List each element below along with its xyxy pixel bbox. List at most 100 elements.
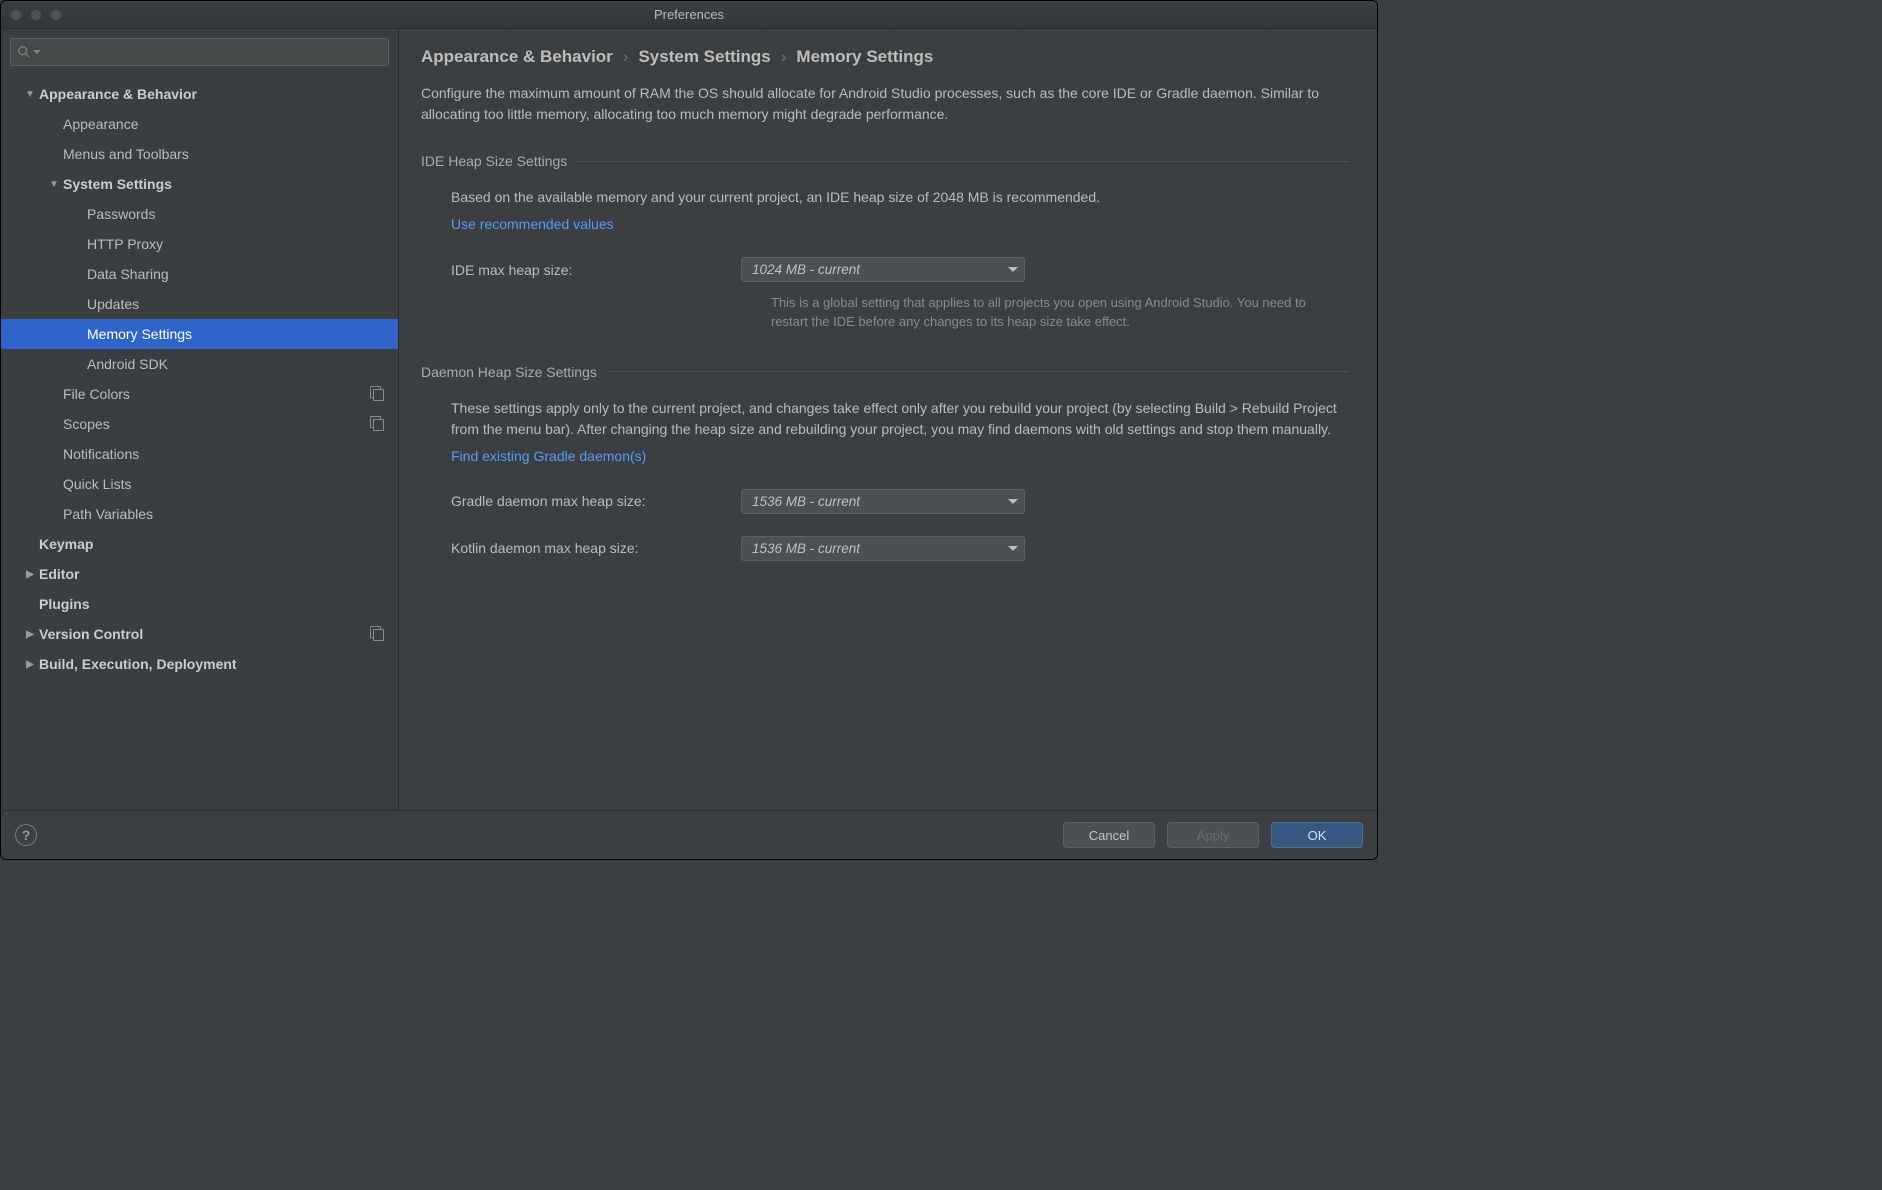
window-title: Preferences: [1, 7, 1377, 22]
minimize-window-icon[interactable]: [30, 9, 42, 21]
sidebar-item-file-colors[interactable]: File Colors: [1, 379, 398, 409]
kotlin-heap-label: Kotlin daemon max heap size:: [451, 540, 741, 556]
ok-button[interactable]: OK: [1271, 822, 1363, 848]
sidebar-item-path-variables[interactable]: Path Variables: [1, 499, 398, 529]
ide-heap-body: Based on the available memory and your c…: [421, 187, 1349, 332]
ide-heap-header: IDE Heap Size Settings: [421, 153, 1349, 169]
search-wrapper: [1, 29, 398, 75]
breadcrumb-sep: ›: [623, 47, 629, 67]
sidebar-item-label: Quick Lists: [63, 476, 398, 492]
sidebar-item-label: Notifications: [63, 446, 398, 462]
sidebar-item-menus-and-toolbars[interactable]: Menus and Toolbars: [1, 139, 398, 169]
separator-line: [577, 161, 1349, 162]
sidebar-item-label: Scopes: [63, 416, 370, 432]
sidebar-item-editor[interactable]: ▶Editor: [1, 559, 398, 589]
sidebar-item-label: Build, Execution, Deployment: [39, 656, 398, 672]
gradle-heap-select[interactable]: 1536 MB - current: [741, 489, 1025, 514]
sidebar-item-appearance[interactable]: Appearance: [1, 109, 398, 139]
sidebar-item-label: Plugins: [39, 596, 398, 612]
chevron-down-icon: [1008, 546, 1018, 551]
help-button[interactable]: ?: [15, 824, 37, 846]
project-overrides-icon: [370, 626, 384, 643]
chevron-right-icon[interactable]: ▶: [21, 569, 39, 580]
ide-heap-header-label: IDE Heap Size Settings: [421, 153, 567, 169]
sidebar-item-label: System Settings: [63, 176, 398, 192]
ide-max-heap-value: 1024 MB - current: [752, 262, 860, 277]
close-window-icon[interactable]: [10, 9, 22, 21]
window-controls: [1, 9, 62, 21]
gradle-heap-label: Gradle daemon max heap size:: [451, 493, 741, 509]
breadcrumb-memory-settings: Memory Settings: [796, 47, 933, 67]
search-history-icon[interactable]: [33, 50, 41, 54]
cancel-button[interactable]: Cancel: [1063, 822, 1155, 848]
sidebar-item-label: Keymap: [39, 536, 398, 552]
sidebar-tree: ▼Appearance & Behavior Appearance Menus an…: [1, 75, 398, 810]
chevron-down-icon[interactable]: ▼: [45, 179, 63, 190]
daemon-description: These settings apply only to the current…: [451, 398, 1339, 440]
sidebar-item-label: Updates: [87, 296, 398, 312]
use-recommended-link[interactable]: Use recommended values: [451, 216, 614, 232]
project-overrides-icon: [370, 386, 384, 403]
ide-max-heap-label: IDE max heap size:: [451, 262, 741, 278]
sidebar-item-android-sdk[interactable]: Android SDK: [1, 349, 398, 379]
sidebar-item-data-sharing[interactable]: Data Sharing: [1, 259, 398, 289]
sidebar-item-appearance-behavior[interactable]: ▼Appearance & Behavior: [1, 79, 398, 109]
chevron-down-icon[interactable]: ▼: [21, 89, 39, 100]
ide-max-heap-row: IDE max heap size: 1024 MB - current: [451, 257, 1339, 282]
gradle-heap-value: 1536 MB - current: [752, 494, 860, 509]
preferences-window: Preferences ▼Appearance & BehaviorAppear…: [0, 0, 1378, 860]
apply-button[interactable]: Apply: [1167, 822, 1259, 848]
sidebar-item-http-proxy[interactable]: HTTP Proxy: [1, 229, 398, 259]
window-body: ▼Appearance & BehaviorAppearanceMenus an…: [1, 29, 1377, 811]
titlebar: Preferences: [1, 1, 1377, 29]
sidebar-item-label: Version Control: [39, 626, 370, 642]
sidebar-item-quick-lists[interactable]: Quick Lists: [1, 469, 398, 499]
kotlin-heap-row: Kotlin daemon max heap size: 1536 MB - c…: [451, 536, 1339, 561]
kotlin-heap-select[interactable]: 1536 MB - current: [741, 536, 1025, 561]
breadcrumb: Appearance & Behavior › System Settings …: [421, 47, 1349, 67]
sidebar-item-plugins[interactable]: Plugins: [1, 589, 398, 619]
chevron-right-icon[interactable]: ▶: [21, 659, 39, 670]
project-overrides-icon: [370, 416, 384, 433]
chevron-right-icon[interactable]: ▶: [21, 629, 39, 640]
sidebar-item-updates[interactable]: Updates: [1, 289, 398, 319]
gradle-heap-row: Gradle daemon max heap size: 1536 MB - c…: [451, 489, 1339, 514]
sidebar-item-label: Memory Settings: [87, 326, 398, 342]
search-icon: [17, 45, 31, 59]
zoom-window-icon[interactable]: [50, 9, 62, 21]
chevron-down-icon: [1008, 499, 1018, 504]
daemon-heap-body: These settings apply only to the current…: [421, 398, 1349, 561]
find-gradle-daemons-link[interactable]: Find existing Gradle daemon(s): [451, 448, 646, 464]
sidebar-item-keymap[interactable]: Keymap: [1, 529, 398, 559]
search-box[interactable]: [10, 38, 389, 66]
search-input[interactable]: [45, 44, 388, 61]
content-pane: Appearance & Behavior › System Settings …: [399, 29, 1377, 810]
sidebar-item-passwords[interactable]: Passwords: [1, 199, 398, 229]
ide-heap-hint: This is a global setting that applies to…: [451, 294, 1339, 332]
sidebar-item-notifications[interactable]: Notifications: [1, 439, 398, 469]
daemon-heap-header-label: Daemon Heap Size Settings: [421, 364, 597, 380]
sidebar-item-scopes[interactable]: Scopes: [1, 409, 398, 439]
sidebar-item-label: Appearance: [63, 116, 398, 132]
kotlin-heap-value: 1536 MB - current: [752, 541, 860, 556]
footer: ? Cancel Apply OK: [1, 811, 1377, 859]
sidebar-item-system-settings[interactable]: ▼System Settings: [1, 169, 398, 199]
breadcrumb-system-settings: System Settings: [638, 47, 770, 67]
sidebar-item-build-execution-deployment[interactable]: ▶Build, Execution, Deployment: [1, 649, 398, 679]
daemon-heap-header: Daemon Heap Size Settings: [421, 364, 1349, 380]
sidebar-item-label: Data Sharing: [87, 266, 398, 282]
sidebar-item-label: Editor: [39, 566, 398, 582]
sidebar-item-label: Android SDK: [87, 356, 398, 372]
sidebar-item-label: Path Variables: [63, 506, 398, 522]
sidebar: ▼Appearance & Behavior Appearance Menus an…: [1, 29, 399, 810]
breadcrumb-appearance-behavior: Appearance & Behavior: [421, 47, 613, 67]
ide-max-heap-select[interactable]: 1024 MB - current: [741, 257, 1025, 282]
sidebar-item-version-control[interactable]: ▶Version Control: [1, 619, 398, 649]
sidebar-item-memory-settings[interactable]: Memory Settings: [1, 319, 398, 349]
separator-line: [607, 371, 1349, 372]
sidebar-item-label: HTTP Proxy: [87, 236, 398, 252]
sidebar-item-label: Menus and Toolbars: [63, 146, 398, 162]
sidebar-item-label: Passwords: [87, 206, 398, 222]
sidebar-item-label: File Colors: [63, 386, 370, 402]
chevron-down-icon: [1008, 267, 1018, 272]
